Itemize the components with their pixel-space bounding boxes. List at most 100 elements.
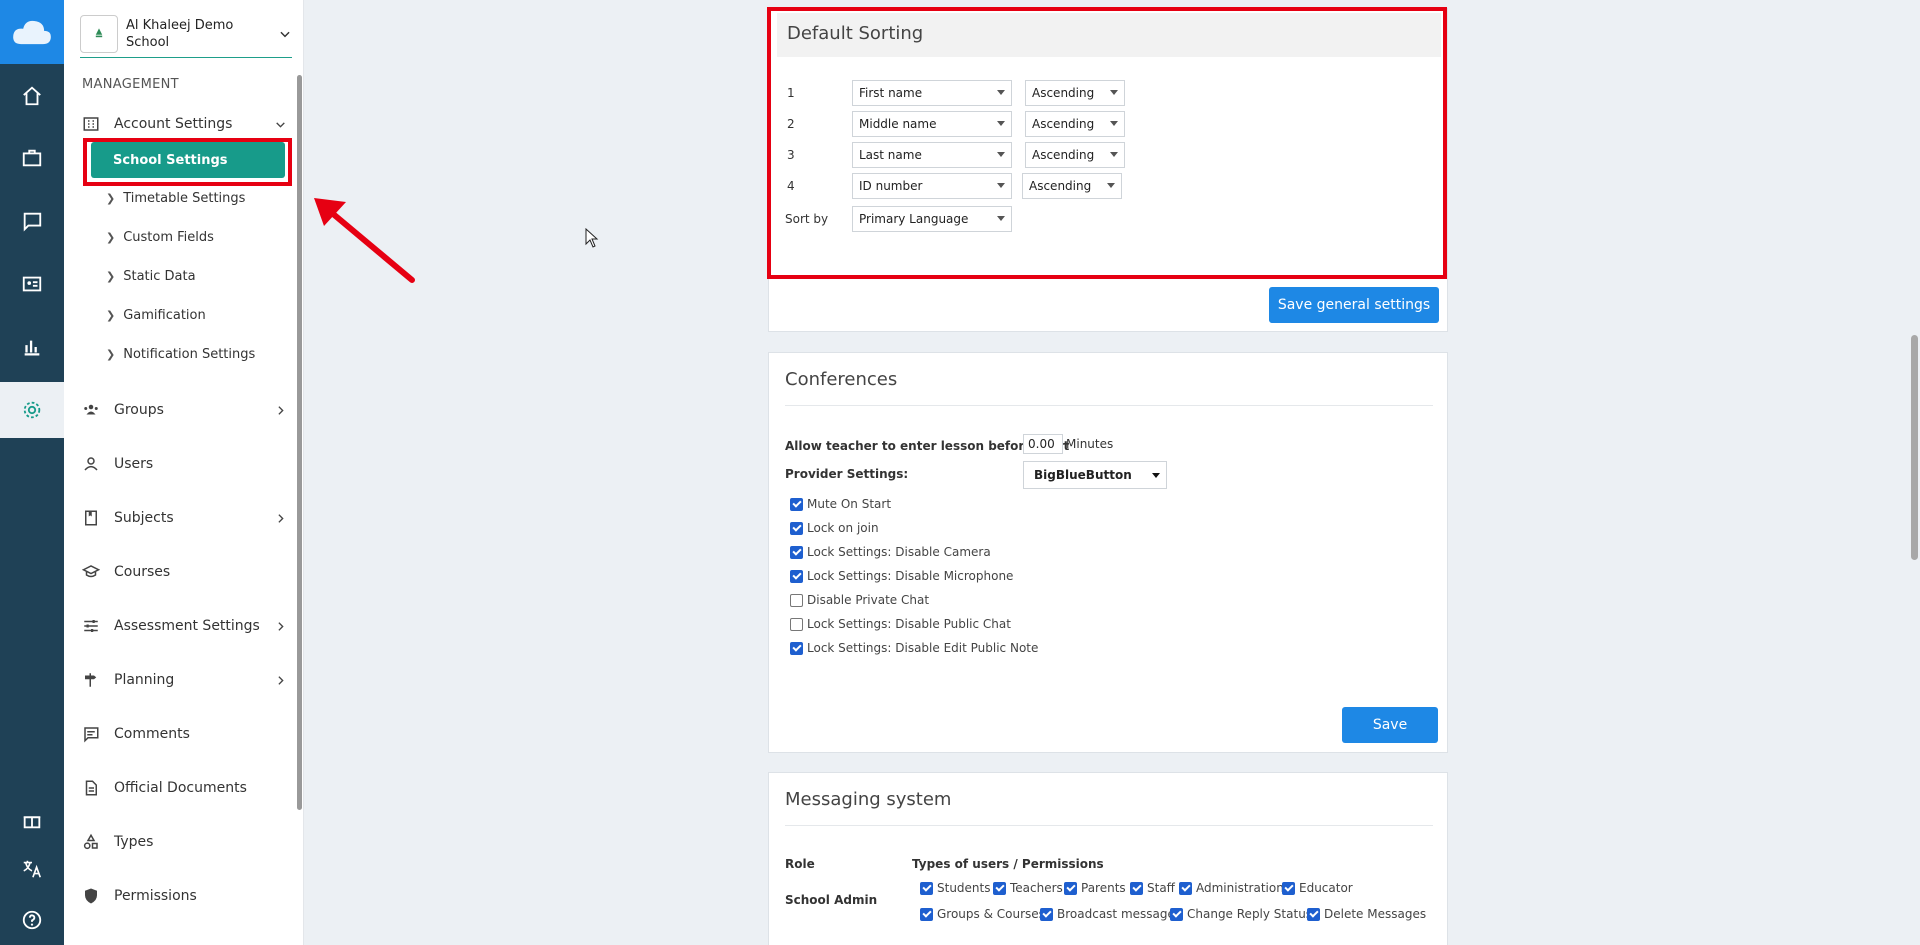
sidebar-item-account-settings[interactable]: Account Settings: [82, 109, 287, 139]
sidebar-subitem-notification-settings[interactable]: ❯ Notification Settings: [106, 342, 255, 366]
checkbox[interactable]: [1170, 907, 1183, 921]
chevron-right-icon: [278, 405, 284, 415]
checkbox[interactable]: [1064, 881, 1077, 895]
checkbox-label: Disable Private Chat: [807, 593, 930, 607]
chevron-right-icon: ❯: [106, 347, 116, 361]
select-value: BigBlueButton: [1034, 468, 1132, 482]
app-logo[interactable]: [0, 0, 64, 64]
sidebar-subitem-label: Timetable Settings: [123, 190, 246, 206]
id-card-icon[interactable]: [0, 256, 64, 312]
checkbox-disable-microphone[interactable]: Lock Settings: Disable Microphone: [790, 569, 1013, 583]
help-icon[interactable]: [0, 892, 64, 945]
checkbox-disable-private-chat[interactable]: Disable Private Chat: [790, 593, 929, 607]
conferences-card: Conferences Allow teacher to enter lesso…: [768, 352, 1448, 753]
briefcase-icon[interactable]: [0, 130, 64, 186]
sidebar-subitem-label: Notification Settings: [123, 346, 256, 362]
sidebar-item-subjects[interactable]: Subjects: [82, 503, 287, 533]
checkbox-label: Lock Settings: Disable Camera: [807, 545, 991, 559]
checkbox[interactable]: [1040, 907, 1053, 921]
sidebar-item-label: Groups: [114, 402, 164, 418]
perm-change-reply-status[interactable]: Change Reply Status: [1170, 907, 1312, 921]
sidebar-item-official-documents[interactable]: Official Documents: [82, 773, 287, 803]
save-conferences-button[interactable]: Save: [1342, 707, 1438, 743]
school-name: Al Khaleej Demo School: [126, 17, 234, 50]
chevron-right-icon: ❯: [106, 269, 116, 283]
checkbox[interactable]: [920, 881, 933, 895]
checkbox[interactable]: [1307, 907, 1320, 921]
checkbox-disable-public-chat[interactable]: Lock Settings: Disable Public Chat: [790, 617, 1011, 631]
perm-students[interactable]: Students: [920, 881, 991, 895]
checkbox-disable-camera[interactable]: Lock Settings: Disable Camera: [790, 545, 991, 559]
sidebar-scrollbar[interactable]: [297, 75, 302, 810]
checkbox-label: Mute On Start: [807, 497, 892, 511]
sidebar-item-types[interactable]: Types: [82, 827, 287, 857]
translate-icon[interactable]: [0, 841, 64, 897]
divider: [785, 405, 1433, 406]
chevron-right-icon: ❯: [106, 191, 116, 205]
checkbox-label: Staff: [1147, 881, 1175, 895]
checkbox[interactable]: [790, 569, 803, 583]
checkbox-label: Lock Settings: Disable Public Chat: [807, 617, 1011, 631]
perm-parents[interactable]: Parents: [1064, 881, 1126, 895]
perm-groups-courses[interactable]: Groups & Courses: [920, 907, 1045, 921]
checkbox[interactable]: [790, 641, 803, 655]
sidebar-item-assessment-settings[interactable]: Assessment Settings: [82, 611, 287, 641]
sidebar-item-label: Subjects: [114, 510, 174, 526]
checkbox[interactable]: [993, 881, 1006, 895]
icon-rail: [0, 0, 64, 945]
perm-delete-messages[interactable]: Delete Messages: [1307, 907, 1426, 921]
checkbox[interactable]: [790, 521, 803, 535]
sidebar-item-users[interactable]: Users: [82, 449, 287, 479]
checkbox-mute-on-start[interactable]: Mute On Start: [790, 497, 891, 511]
signpost-icon: [82, 671, 100, 689]
types-header: Types of users / Permissions: [912, 857, 1104, 871]
page-scrollbar[interactable]: [1911, 335, 1918, 560]
sidebar-item-planning[interactable]: Planning: [82, 665, 287, 695]
checkbox[interactable]: [790, 617, 803, 631]
checkbox-label: Educator: [1299, 881, 1353, 895]
sidebar-item-courses[interactable]: Courses: [82, 557, 287, 587]
message-icon[interactable]: [0, 193, 64, 249]
card-title: Messaging system: [785, 789, 952, 810]
book-icon: [82, 509, 100, 527]
sidebar-item-label: Permissions: [114, 888, 197, 904]
shield-icon: [82, 887, 100, 905]
checkbox[interactable]: [790, 497, 803, 511]
checkbox[interactable]: [1282, 881, 1295, 895]
perm-educator[interactable]: Educator: [1282, 881, 1353, 895]
save-general-settings-button[interactable]: Save general settings: [1269, 287, 1439, 323]
perm-administration[interactable]: Administration: [1179, 881, 1284, 895]
checkbox-disable-edit-public-note[interactable]: Lock Settings: Disable Edit Public Note: [790, 641, 1038, 655]
sidebar-item-label: Account Settings: [114, 116, 233, 132]
sidebar-item-permissions[interactable]: Permissions: [82, 881, 287, 911]
sidebar-subitem-label: Gamification: [123, 307, 206, 323]
perm-teachers[interactable]: Teachers: [993, 881, 1063, 895]
provider-select[interactable]: BigBlueButton: [1023, 461, 1167, 489]
section-label: MANAGEMENT: [82, 77, 179, 92]
checkbox[interactable]: [790, 593, 803, 607]
sidebar-subitem-gamification[interactable]: ❯ Gamification: [106, 303, 206, 327]
allow-minutes-input[interactable]: 0.00: [1023, 434, 1063, 454]
home-icon[interactable]: [0, 68, 64, 124]
sidebar-subitem-timetable[interactable]: ❯ Timetable Settings: [106, 186, 245, 210]
sidebar-item-comments[interactable]: Comments: [82, 719, 287, 749]
checkbox[interactable]: [1130, 881, 1143, 895]
checkbox[interactable]: [1179, 881, 1192, 895]
bar-chart-icon[interactable]: [0, 319, 64, 375]
checkbox-label: Broadcast message: [1057, 907, 1175, 921]
sidebar-subitem-label: Static Data: [123, 268, 196, 284]
checkbox-label: Lock on join: [807, 521, 879, 535]
checkbox[interactable]: [920, 907, 933, 921]
school-selector[interactable]: Al Khaleej Demo School: [80, 10, 292, 58]
chevron-down-icon[interactable]: [278, 27, 292, 41]
provider-label: Provider Settings:: [785, 467, 909, 481]
gift-icon[interactable]: [0, 792, 64, 848]
sidebar-item-groups[interactable]: Groups: [82, 395, 287, 425]
checkbox[interactable]: [790, 545, 803, 559]
checkbox-lock-on-join[interactable]: Lock on join: [790, 521, 879, 535]
perm-staff[interactable]: Staff: [1130, 881, 1175, 895]
sidebar-subitem-custom-fields[interactable]: ❯ Custom Fields: [106, 225, 214, 249]
perm-broadcast-message[interactable]: Broadcast message: [1040, 907, 1175, 921]
gear-icon[interactable]: [0, 382, 64, 438]
sidebar-subitem-static-data[interactable]: ❯ Static Data: [106, 264, 196, 288]
